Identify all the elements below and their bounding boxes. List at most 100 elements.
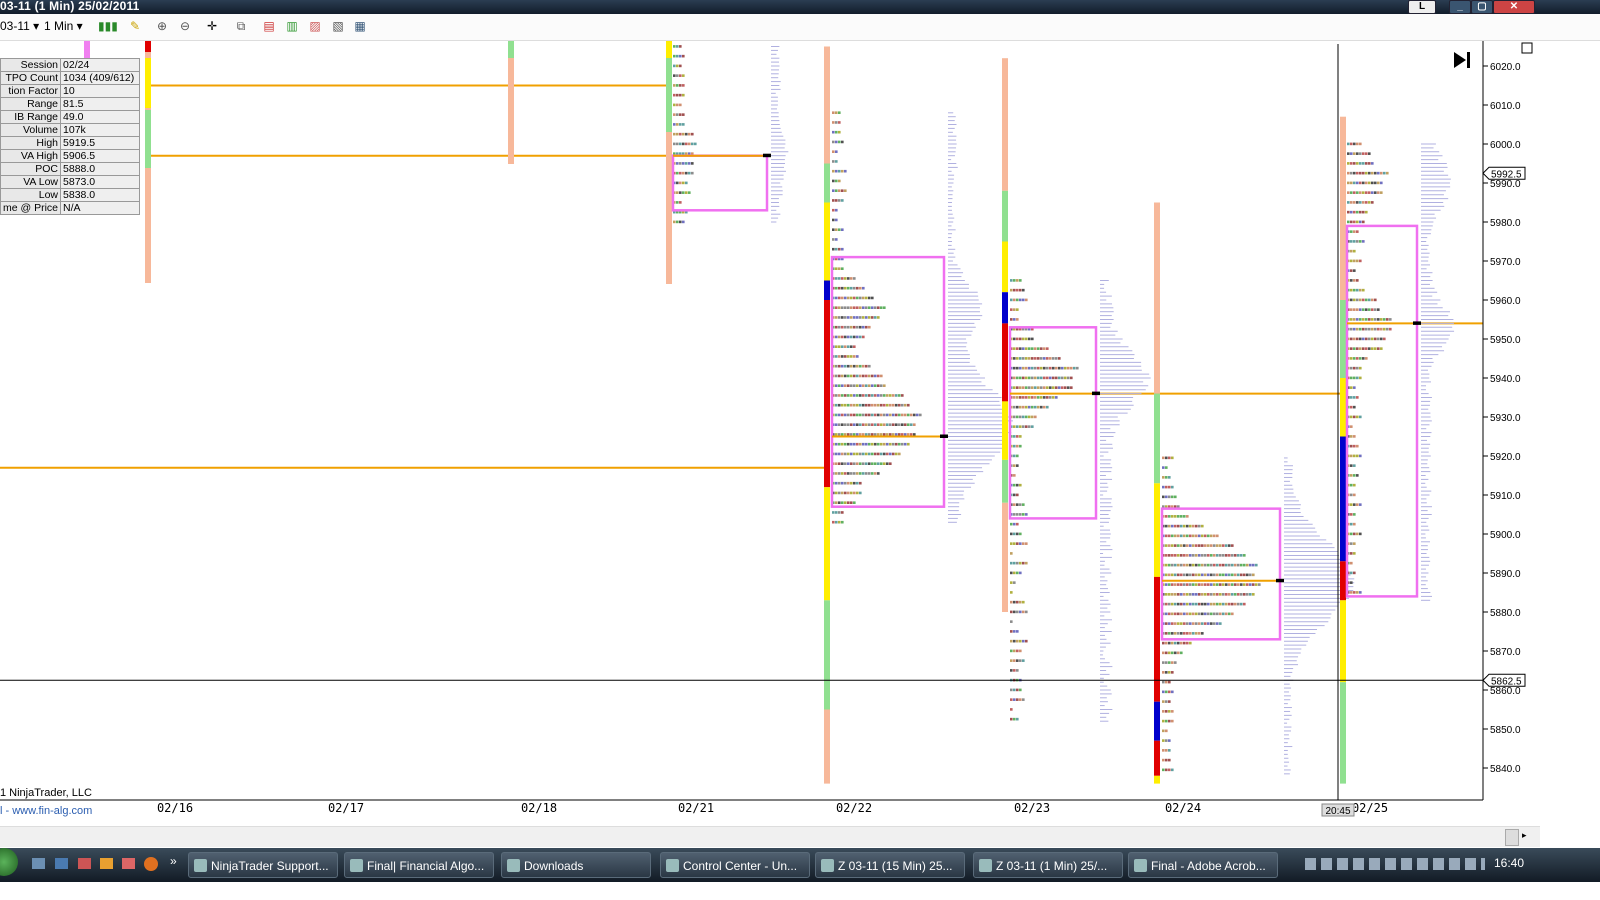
- scroll-right-arrow-icon[interactable]: ▸: [1522, 830, 1527, 841]
- tpo-mark: [865, 423, 868, 426]
- taskbar-window-button[interactable]: Control Center - Un...: [660, 852, 810, 878]
- tpo-mark: [1162, 768, 1165, 772]
- minimize-button[interactable]: _: [1449, 0, 1471, 14]
- tpo-mark: [838, 491, 841, 495]
- quicklaunch-extra-icon[interactable]: [122, 858, 135, 869]
- tpo-mark: [841, 384, 844, 387]
- tpo-mark: [883, 433, 886, 436]
- tpo-mark: [889, 433, 892, 436]
- tpo-mark: [1347, 181, 1350, 185]
- tpo-mark: [1010, 288, 1013, 292]
- tpo-mark: [1380, 171, 1383, 175]
- tpo-mark: [1010, 581, 1013, 584]
- tpo-mark: [883, 442, 886, 446]
- zoom-in-icon[interactable]: ⊕: [155, 20, 169, 33]
- tpo-mark: [856, 325, 859, 329]
- tpo-mark: [874, 433, 877, 436]
- chart-image-icon[interactable]: ▨: [308, 20, 322, 33]
- tpo-mark: [1165, 739, 1168, 742]
- taskbar-window-button[interactable]: Z 03-11 (15 Min) 25...: [815, 852, 965, 878]
- quicklaunch-app-icon[interactable]: [78, 858, 91, 869]
- quicklaunch-ie-icon[interactable]: [55, 858, 68, 869]
- horizontal-scrollbar[interactable]: ▸: [0, 826, 1540, 847]
- maximize-button[interactable]: ▢: [1471, 0, 1493, 14]
- info-key: me @ Price: [0, 201, 62, 215]
- price-tick-label: 5920.0: [1490, 452, 1521, 463]
- tpo-mark: [1022, 376, 1025, 380]
- tpo-mark: [835, 277, 838, 280]
- tpo-mark: [1055, 396, 1058, 399]
- tpo-mark: [898, 394, 901, 397]
- taskbar-window-button[interactable]: Downloads: [501, 852, 651, 878]
- tpo-mark: [853, 481, 856, 485]
- tpo-mark: [1168, 739, 1171, 742]
- tpo-mark: [862, 296, 865, 300]
- tpo-mark: [853, 335, 856, 339]
- info-key: Low: [0, 188, 62, 202]
- tpo-mark: [886, 413, 889, 417]
- tpo-mark: [892, 442, 895, 446]
- tpo-mark: [904, 423, 907, 426]
- market-profile-chart[interactable]: 6020.06010.06000.05990.05980.05970.05960…: [0, 0, 1600, 848]
- tpo-mark: [1353, 152, 1356, 155]
- tpo-mark: [1013, 600, 1016, 604]
- tpo-mark: [1228, 563, 1231, 567]
- tpo-mark: [871, 374, 874, 378]
- quicklaunch-more-icon[interactable]: »: [170, 854, 177, 868]
- taskbar-window-button[interactable]: NinjaTrader Support...: [188, 852, 338, 878]
- tpo-mark: [1016, 318, 1019, 321]
- crosshair-icon[interactable]: ✛: [205, 20, 219, 33]
- tpo-mark: [1013, 376, 1016, 380]
- session-period-bar: [1154, 202, 1160, 394]
- tpo-mark: [1162, 466, 1165, 469]
- data-box-icon[interactable]: ⧉: [234, 20, 248, 33]
- tpo-mark: [853, 442, 856, 446]
- tpo-mark: [1040, 357, 1043, 360]
- instrument-selector[interactable]: 03-11 ▾: [0, 19, 39, 33]
- quicklaunch-media-icon[interactable]: [100, 858, 113, 869]
- tpo-mark: [1013, 639, 1016, 643]
- tpo-mark: [1210, 583, 1213, 586]
- tpo-mark: [1016, 386, 1019, 389]
- taskbar-window-button[interactable]: Z 03-11 (1 Min) 25/...: [973, 852, 1123, 878]
- chart-settings-icon[interactable]: [1521, 42, 1533, 54]
- tpo-mark: [847, 462, 850, 465]
- tpo-mark: [1016, 649, 1019, 653]
- strategy-icon[interactable]: ▤: [262, 20, 276, 33]
- properties-icon[interactable]: ▧: [331, 20, 345, 33]
- tpo-mark: [1022, 425, 1025, 428]
- tpo-mark: [1219, 622, 1222, 625]
- window-app-icon: [350, 859, 363, 872]
- taskbar-window-button[interactable]: Final - Adobe Acrob...: [1128, 852, 1278, 878]
- price-tick-label: 5940.0: [1490, 374, 1521, 385]
- start-button[interactable]: [0, 848, 18, 876]
- window-layout-icon[interactable]: ▦: [353, 20, 367, 33]
- tpo-mark: [886, 452, 889, 456]
- tpo-mark: [835, 150, 838, 153]
- indicators-icon[interactable]: ▥: [285, 20, 299, 33]
- tpo-mark: [901, 403, 904, 407]
- tpo-mark: [1043, 347, 1046, 350]
- tpo-mark: [859, 413, 862, 417]
- show-desktop-icon[interactable]: [32, 858, 45, 869]
- scroll-to-end-icon[interactable]: [1454, 52, 1466, 68]
- bar-type-icon[interactable]: ▮▮▮: [98, 20, 118, 33]
- tpo-mark: [1016, 357, 1019, 360]
- scroll-to-end-bar-icon[interactable]: [1467, 52, 1470, 68]
- clock[interactable]: 16:40: [1494, 856, 1524, 870]
- tpo-mark: [1353, 327, 1356, 331]
- scroll-thumb[interactable]: [1505, 829, 1519, 846]
- zoom-out-icon[interactable]: ⊖: [178, 20, 192, 33]
- tpo-mark: [688, 171, 691, 175]
- close-button[interactable]: ✕: [1493, 0, 1535, 14]
- tpo-mark: [1219, 554, 1222, 557]
- quicklaunch-firefox-icon[interactable]: [144, 857, 158, 871]
- tpo-mark: [1168, 612, 1171, 616]
- interval-selector[interactable]: 1 Min ▾: [44, 19, 83, 33]
- tpo-mark: [1359, 318, 1362, 321]
- website-link[interactable]: l - www.fin-alg.com: [0, 805, 92, 817]
- tpo-mark: [838, 247, 841, 251]
- taskbar-window-button[interactable]: Final| Financial Algo...: [344, 852, 494, 878]
- tpo-mark: [1353, 357, 1356, 360]
- draw-pencil-icon[interactable]: ✎: [128, 20, 142, 33]
